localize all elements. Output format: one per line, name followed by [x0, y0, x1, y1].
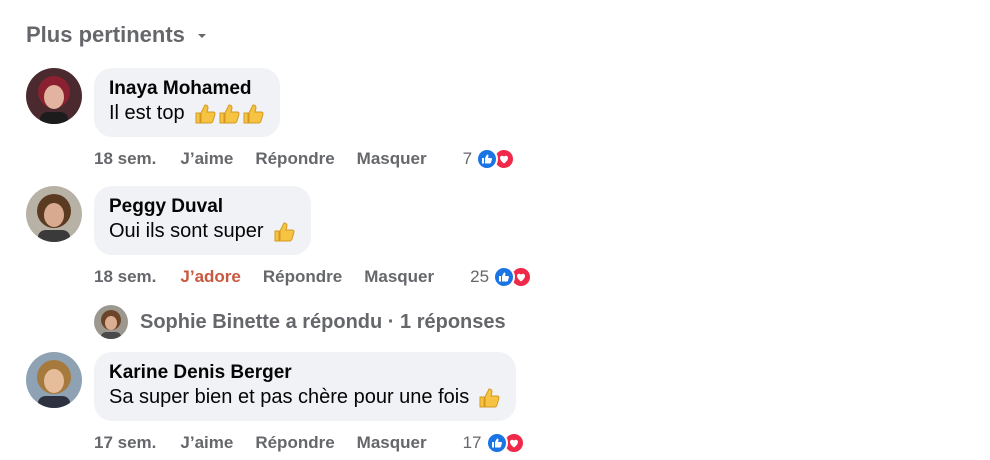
thumbs-up-icon [485, 432, 508, 454]
comment-author[interactable]: Karine Denis Berger [109, 361, 501, 384]
comment-time[interactable]: 17 sem. [94, 433, 156, 453]
sort-label: Plus pertinents [26, 22, 185, 47]
comment-actions: 18 sem. J’aime Répondre Masquer 7 [94, 148, 516, 170]
reply-button[interactable]: Répondre [255, 149, 334, 169]
thumbs-up-emoji-icon [479, 387, 500, 407]
reaction-summary[interactable]: 17 [463, 432, 525, 454]
reply-button[interactable]: Répondre [263, 267, 342, 287]
reaction-summary[interactable]: 7 [462, 148, 516, 170]
sort-dropdown[interactable]: Plus pertinents [26, 22, 207, 48]
hide-button[interactable]: Masquer [357, 149, 427, 169]
comment-actions: 18 sem. J’adore Répondre Masquer 25 [94, 266, 533, 288]
like-button[interactable]: J’aime [180, 433, 233, 453]
replies-label: Sophie Binette a répondu · 1 réponses [140, 310, 506, 333]
thumbs-up-emoji-icon [219, 103, 240, 123]
thumbs-up-emoji-icon [195, 103, 216, 123]
view-replies-link[interactable]: Sophie Binette a répondu · 1 réponses [94, 305, 506, 339]
comment-bubble: Peggy Duval Oui ils sont super [94, 186, 311, 255]
thumbs-up-emoji-icon [243, 103, 264, 123]
avatar [94, 305, 128, 339]
comment-text: Oui ils sont super [109, 220, 264, 242]
adore-button[interactable]: J’adore [180, 267, 240, 287]
hide-button[interactable]: Masquer [364, 267, 434, 287]
avatar[interactable] [26, 352, 82, 408]
thumbs-up-icon [476, 148, 499, 170]
avatar[interactable] [26, 186, 82, 242]
comment-text: Il est top [109, 102, 185, 124]
comment-author[interactable]: Inaya Mohamed [109, 77, 265, 100]
comment-text: Sa super bien et pas chère pour une fois [109, 386, 470, 408]
comment-author[interactable]: Peggy Duval [109, 195, 296, 218]
reaction-count: 17 [462, 433, 482, 452]
avatar[interactable] [26, 68, 82, 124]
like-button[interactable]: J’aime [180, 149, 233, 169]
comment-bubble: Inaya Mohamed Il est top [94, 68, 280, 137]
comment-bubble: Karine Denis Berger Sa super bien et pas… [94, 352, 517, 421]
hide-button[interactable]: Masquer [357, 433, 427, 453]
reaction-summary[interactable]: 25 [470, 266, 533, 288]
comment-time[interactable]: 18 sem. [94, 267, 156, 287]
caret-down-icon [197, 34, 206, 38]
thumbs-up-emoji-icon [274, 221, 295, 241]
comment-actions: 17 sem. J’aime Répondre Masquer 17 [94, 432, 525, 454]
thumbs-up-icon [493, 266, 516, 288]
reaction-count: 7 [462, 149, 473, 168]
reaction-count: 25 [470, 267, 490, 286]
comment-time[interactable]: 18 sem. [94, 149, 156, 169]
reply-button[interactable]: Répondre [255, 433, 334, 453]
